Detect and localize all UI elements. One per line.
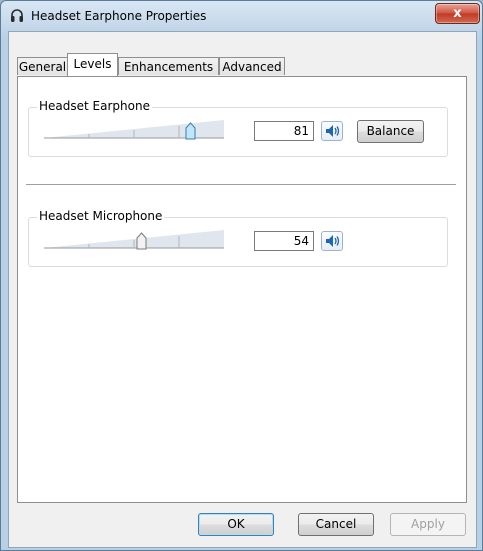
slider-wedge [44, 230, 224, 249]
close-button[interactable]: x [435, 3, 480, 24]
earphone-level-field[interactable]: 81 [254, 121, 314, 141]
headset-icon [11, 9, 23, 22]
tab-advanced[interactable]: Advanced [219, 57, 285, 75]
tab-enhancements[interactable]: Enhancements [118, 57, 219, 75]
earphone-group: Headset Earphone 81 Balance [28, 99, 448, 157]
cancel-button[interactable]: Cancel [298, 513, 374, 536]
tab-general[interactable]: General [17, 57, 68, 75]
microphone-level-field[interactable]: 54 [254, 231, 314, 251]
earphone-volume-slider[interactable] [44, 118, 234, 142]
earphone-mute-button[interactable] [321, 121, 343, 141]
balance-button[interactable]: Balance [357, 120, 424, 143]
microphone-volume-slider[interactable] [44, 228, 234, 252]
properties-window: Headset Earphone Properties x General Le… [0, 0, 483, 551]
microphone-group: Headset Microphone 54 [28, 209, 448, 267]
earphone-label: Headset Earphone [37, 99, 152, 113]
speaker-icon [326, 125, 340, 137]
title-bar[interactable]: Headset Earphone Properties x [1, 1, 482, 31]
window-title: Headset Earphone Properties [31, 9, 207, 23]
microphone-label: Headset Microphone [37, 209, 165, 223]
slider-wedge [44, 120, 224, 139]
close-icon: x [453, 6, 462, 21]
microphone-mute-button[interactable] [321, 231, 343, 251]
tab-levels[interactable]: Levels [67, 53, 118, 76]
earphone-slider-thumb[interactable] [185, 122, 196, 141]
ok-button[interactable]: OK [198, 513, 274, 536]
speaker-icon [326, 235, 340, 247]
apply-button[interactable]: Apply [390, 513, 466, 536]
dialog-client: General Levels Enhancements Advanced Hea… [8, 31, 477, 548]
section-divider [26, 184, 456, 185]
levels-panel: Headset Earphone 81 Balance Headset Micr… [17, 76, 467, 503]
microphone-slider-thumb[interactable] [136, 232, 147, 251]
